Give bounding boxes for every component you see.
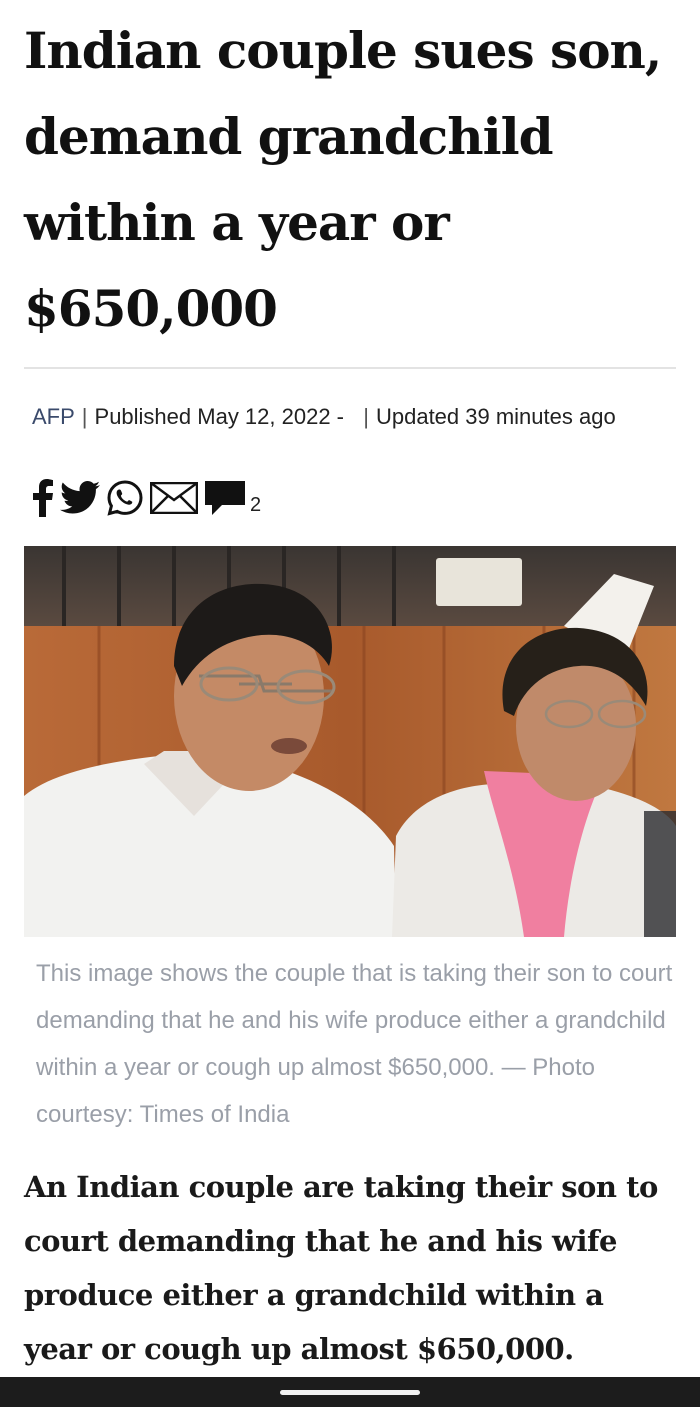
article-meta: AFP | Published May 12, 2022 - | Updated 39… — [32, 404, 682, 430]
separator: | — [351, 404, 369, 429]
divider — [24, 367, 676, 369]
photo-caption: This image shows the couple that is taki… — [36, 960, 673, 1128]
twitter-icon[interactable] — [60, 480, 100, 520]
email-icon[interactable] — [149, 481, 199, 519]
article-page: Indian couple sues son, demand grandchil… — [0, 0, 700, 1407]
article-photo — [24, 546, 676, 937]
updated-time: Updated 39 minutes ago — [375, 404, 616, 429]
share-bar: 2 — [32, 478, 261, 522]
article-lead: An Indian couple are taking their son to… — [24, 1170, 658, 1366]
system-nav-bar — [0, 1377, 700, 1407]
published-date: Published May 12, 2022 - — [94, 404, 345, 429]
comment-icon[interactable] — [204, 479, 246, 522]
whatsapp-icon[interactable] — [106, 479, 144, 522]
couple-photo — [24, 546, 676, 937]
article-headline: Indian couple sues son, demand grandchil… — [24, 21, 662, 338]
source-link[interactable]: AFP — [32, 404, 75, 429]
separator: | — [81, 404, 88, 429]
comment-count[interactable]: 2 — [250, 494, 261, 517]
home-indicator[interactable] — [280, 1390, 420, 1395]
facebook-icon[interactable] — [32, 478, 54, 522]
